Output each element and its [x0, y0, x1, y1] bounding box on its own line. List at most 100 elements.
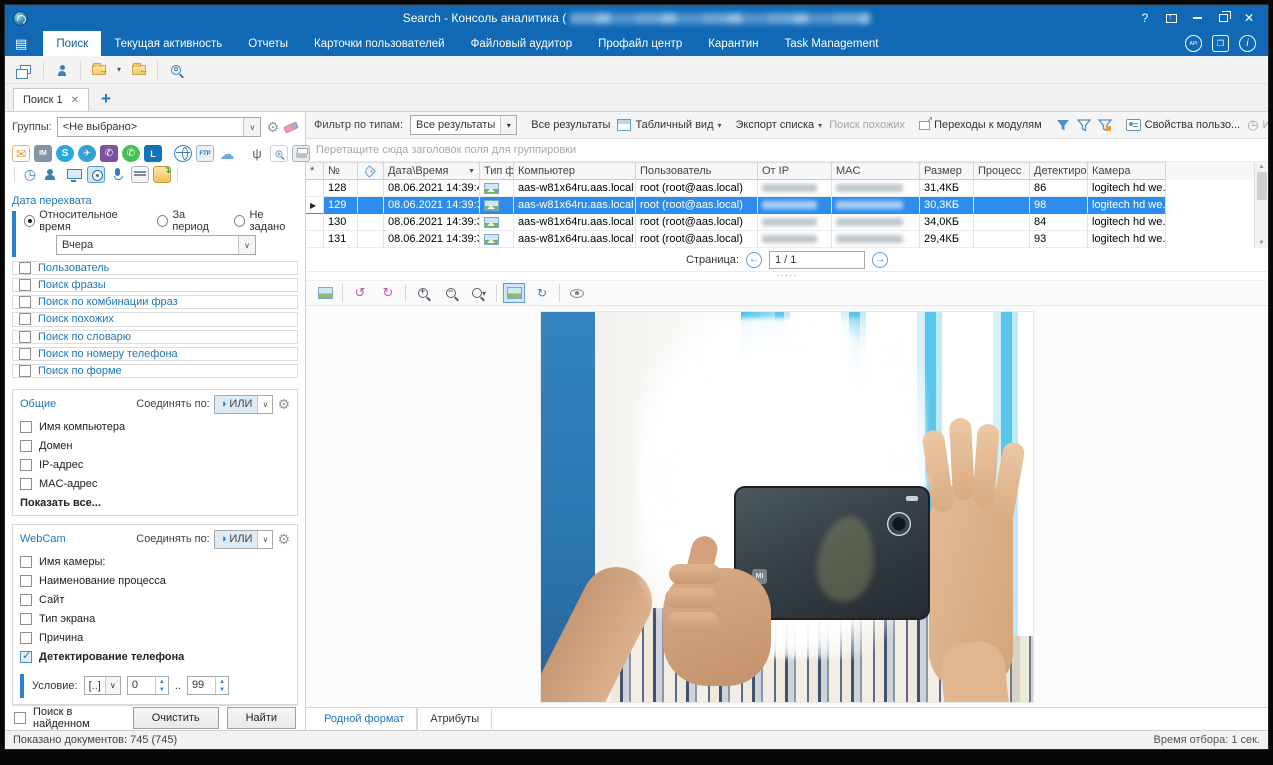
import-query-button[interactable]: ←	[127, 59, 151, 81]
col-mac[interactable]: MAC	[832, 162, 920, 180]
tab-search-1[interactable]: Поиск 1 ✕	[13, 88, 89, 111]
user-search-button[interactable]	[50, 59, 74, 81]
filter-funnel-clear-button[interactable]	[1077, 119, 1091, 132]
table-row[interactable]: 130 08.06.2021 14:39:36 aas-w81x64ru.aas…	[306, 214, 1268, 231]
filter-user[interactable]: Пользователь	[12, 261, 298, 275]
restore-button[interactable]	[1212, 9, 1234, 27]
user-properties-button[interactable]: Свойства пользо...	[1126, 119, 1241, 131]
common-join-select[interactable]: ◑ИЛИ ∨	[214, 395, 274, 414]
history-button[interactable]: ◷ История переписки	[1247, 117, 1268, 133]
period-select[interactable]: Вчера ∨	[56, 235, 256, 255]
page-input[interactable]: 1 / 1	[769, 251, 865, 269]
app-menu-button[interactable]: ▤ ▾	[5, 31, 43, 56]
all-results-button[interactable]: Все результаты	[531, 119, 610, 131]
col-process[interactable]: Процесс	[974, 162, 1030, 180]
grid-scrollbar[interactable]: ▲ ▼	[1254, 162, 1268, 248]
webcam-site[interactable]: Сайт	[20, 591, 290, 610]
checkbox[interactable]	[19, 262, 31, 274]
modules-cube-icon[interactable]: ❒	[1212, 35, 1229, 52]
tab-attributes[interactable]: Атрибуты	[417, 708, 492, 730]
table-row[interactable]: 131 08.06.2021 14:39:33 aas-w81x64ru.aas…	[306, 231, 1268, 248]
search-by-id-button[interactable]	[164, 59, 188, 81]
webcam-camera-name[interactable]: Имя камеры:	[20, 553, 290, 572]
menu-item-current-activity[interactable]: Текущая активность	[101, 31, 235, 56]
webcam-phone-detection[interactable]: Детектирование телефона	[20, 648, 290, 667]
groups-gear-icon[interactable]: ⚙	[266, 120, 279, 134]
condition-operator-select[interactable]: [..] ∨	[84, 676, 121, 695]
filter-funnel-edit-button[interactable]	[1098, 119, 1112, 132]
export-list-button[interactable]: Экспорт списка ▾	[736, 119, 823, 131]
groups-select[interactable]: <Не выбрано> ∨	[57, 117, 262, 137]
zoom-out-button[interactable]: −	[440, 283, 462, 303]
webcam-icon[interactable]	[87, 166, 105, 183]
export-query-button[interactable]: →	[87, 59, 111, 81]
webcam-reason[interactable]: Причина	[20, 629, 290, 648]
device-search-icon[interactable]	[270, 145, 288, 162]
refresh-button[interactable]: ↻	[531, 283, 553, 303]
menu-item-search[interactable]: Поиск	[43, 31, 101, 56]
tab-close-icon[interactable]: ✕	[71, 95, 79, 106]
user-activity-icon[interactable]	[43, 166, 61, 183]
view-button[interactable]	[566, 283, 588, 303]
checkbox[interactable]	[19, 279, 31, 291]
filter-dictionary[interactable]: Поиск по словарю	[12, 330, 298, 344]
spinner-arrows[interactable]: ▲▼	[215, 677, 228, 694]
common-mac[interactable]: MAC-адрес	[20, 475, 290, 494]
rotate-right-button[interactable]: ↻	[377, 283, 399, 303]
checkbox[interactable]	[20, 440, 32, 452]
common-domain[interactable]: Домен	[20, 437, 290, 456]
condition-to-spinner[interactable]: 99 ▲▼	[187, 676, 229, 695]
viber-icon[interactable]: ✆	[100, 145, 118, 162]
menu-item-user-cards[interactable]: Карточки пользователей	[301, 31, 458, 56]
filter-funnel-button[interactable]	[1056, 119, 1070, 132]
webcam-gear-icon[interactable]: ⚙	[277, 532, 290, 546]
radio-not-set[interactable]: Не задано	[234, 209, 298, 233]
goto-modules-button[interactable]: Переходы к модулям	[919, 119, 1042, 131]
scroll-down-icon[interactable]: ▼	[1259, 240, 1265, 246]
checkbox[interactable]	[19, 296, 31, 308]
col-size[interactable]: Размер	[920, 162, 974, 180]
telegram-icon[interactable]: ✈	[78, 145, 96, 162]
usb-icon[interactable]: ψ	[248, 145, 266, 162]
spinner-arrows[interactable]: ▲▼	[155, 677, 168, 694]
type-filter-select[interactable]: Все результаты ▾	[410, 115, 517, 135]
menu-item-task-management[interactable]: Task Management	[772, 31, 892, 56]
folder-import-small-icon[interactable]	[153, 166, 171, 183]
cloud-icon[interactable]: ☁	[218, 145, 236, 162]
save-image-button[interactable]	[314, 283, 336, 303]
prev-page-button[interactable]: ←	[746, 252, 762, 268]
printer-icon[interactable]	[292, 145, 310, 162]
scrollbar-thumb[interactable]	[1257, 172, 1267, 200]
fit-to-window-button[interactable]	[503, 283, 525, 303]
splitter-handle[interactable]: ·····	[306, 272, 1268, 281]
checkbox[interactable]	[19, 331, 31, 343]
checkbox[interactable]	[20, 478, 32, 490]
monitor-icon[interactable]	[65, 166, 83, 183]
col-datetime[interactable]: Дата\Время▼	[384, 162, 480, 180]
help-button[interactable]: ?	[1134, 9, 1156, 27]
info-icon[interactable]: i	[1239, 35, 1256, 52]
checkbox[interactable]	[19, 313, 31, 325]
checkbox[interactable]	[20, 594, 32, 606]
show-all-link[interactable]: Показать все...	[20, 497, 290, 509]
common-ip[interactable]: IP-адрес	[20, 456, 290, 475]
filter-similar[interactable]: Поиск похожих	[12, 312, 298, 326]
im-icon[interactable]: IM	[34, 145, 52, 162]
common-gear-icon[interactable]: ⚙	[277, 397, 290, 411]
mail-icon[interactable]: ✉	[12, 145, 30, 162]
condition-from-spinner[interactable]: 0 ▲▼	[127, 676, 169, 695]
col-num[interactable]: №	[324, 162, 358, 180]
keyboard-icon[interactable]	[131, 166, 149, 183]
col-computer[interactable]: Компьютер	[514, 162, 636, 180]
table-row-selected[interactable]: ▶ 129 08.06.2021 14:39:38 aas-w81x64ru.a…	[306, 197, 1268, 214]
search-in-found-checkbox[interactable]: Поиск в найденном	[14, 706, 125, 730]
clear-button[interactable]: Очистить	[133, 707, 219, 729]
checkbox[interactable]	[19, 365, 31, 377]
checkbox[interactable]	[14, 712, 26, 724]
api-icon[interactable]: API	[1185, 35, 1202, 52]
rotate-left-button[interactable]: ↺	[349, 283, 371, 303]
tab-native-format[interactable]: Родной формат	[312, 708, 417, 730]
webcam-process-name[interactable]: Наименование процесса	[20, 572, 290, 591]
cascade-windows-button[interactable]	[13, 59, 37, 81]
scroll-up-icon[interactable]: ▲	[1259, 164, 1265, 170]
